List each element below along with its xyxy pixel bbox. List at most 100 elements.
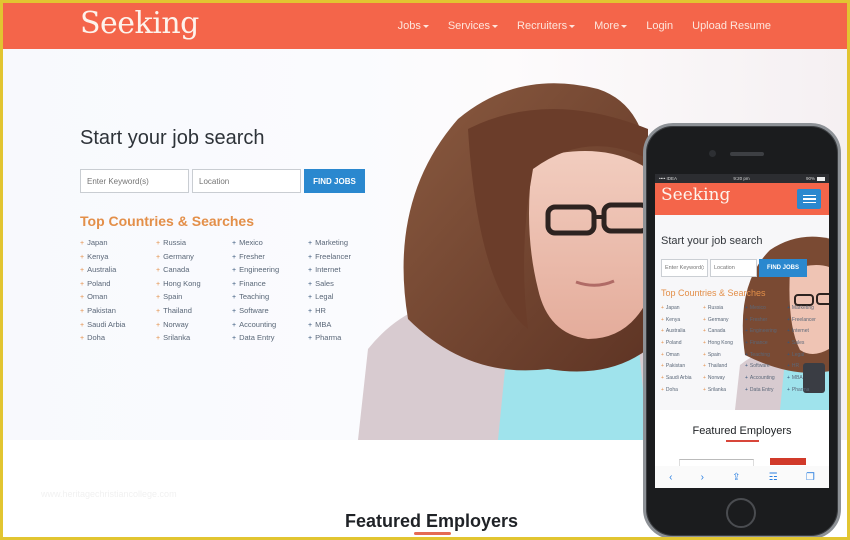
search-link[interactable]: + Japan	[80, 236, 156, 250]
mobile-search-link[interactable]: + Germany	[703, 315, 745, 327]
find-jobs-button[interactable]: FIND JOBS	[304, 169, 365, 193]
forward-icon[interactable]: ›	[701, 472, 704, 483]
mobile-search-link[interactable]: + Fresher	[745, 315, 787, 327]
mobile-search-link[interactable]: + Kenya	[661, 315, 703, 327]
mobile-search-link[interactable]: + Freelancer	[787, 315, 829, 327]
mobile-search-link[interactable]: + Mexico	[745, 303, 787, 315]
mobile-logo[interactable]: Seeking	[661, 185, 730, 205]
mobile-search-link[interactable]: + Oman	[661, 350, 703, 362]
mobile-search-link[interactable]: + Russia	[703, 303, 745, 315]
mobile-search-link[interactable]: + Srilanka	[703, 385, 745, 397]
nav-jobs[interactable]: Jobs	[398, 20, 429, 32]
search-link[interactable]: + Germany	[156, 250, 232, 264]
mobile-search-link-label: Hong Kong	[707, 340, 733, 347]
search-link[interactable]: + Software	[232, 304, 308, 318]
bookmarks-icon[interactable]: ☶	[769, 472, 778, 483]
bullet-icon: +	[661, 316, 664, 323]
mobile-search-link[interactable]: + Australia	[661, 326, 703, 338]
mobile-search-link[interactable]: + Engineering	[745, 326, 787, 338]
mobile-search-link[interactable]: + Pakistan	[661, 361, 703, 373]
mobile-search-link[interactable]: + Legal	[787, 350, 829, 362]
search-link[interactable]: + Pharma	[308, 331, 384, 345]
search-link[interactable]: + Sales	[308, 277, 384, 291]
page-frame: Seeking Jobs Services Recruiters More Lo…	[3, 3, 847, 537]
mobile-search-link[interactable]: + MBA	[787, 373, 829, 385]
mobile-search-link[interactable]: + Sales	[787, 338, 829, 350]
search-link[interactable]: + Fresher	[232, 250, 308, 264]
mobile-keyword-input[interactable]	[661, 259, 708, 277]
search-link[interactable]: + Kenya	[80, 250, 156, 264]
mobile-search-link-label: Fresher	[749, 316, 768, 323]
search-link[interactable]: + Hong Kong	[156, 277, 232, 291]
mobile-location-input[interactable]	[710, 259, 757, 277]
search-link[interactable]: + Marketing	[308, 236, 384, 250]
search-link[interactable]: + MBA	[308, 318, 384, 332]
mobile-search-link[interactable]: + Finance	[745, 338, 787, 350]
mobile-search-link-label: Kenya	[665, 316, 681, 323]
search-link[interactable]: + Data Entry	[232, 331, 308, 345]
keyword-input[interactable]	[80, 169, 189, 193]
search-link[interactable]: + Finance	[232, 277, 308, 291]
mobile-search-link[interactable]: + HR	[787, 361, 829, 373]
employer-logo-card[interactable]	[770, 458, 806, 465]
mobile-search-link[interactable]: + Thailand	[703, 361, 745, 373]
search-link-label: HR	[315, 305, 326, 315]
search-link[interactable]: + Accounting	[232, 318, 308, 332]
nav-more[interactable]: More	[594, 20, 628, 32]
nav-services[interactable]: Services	[448, 20, 499, 32]
mobile-search-link[interactable]: + Canada	[703, 326, 745, 338]
search-link[interactable]: + Internet	[308, 263, 384, 277]
hamburger-menu-icon[interactable]	[797, 189, 821, 209]
mobile-top-searches-grid: + Japan + Kenya + Australia + Poland + Oman + Pakis…	[661, 303, 829, 397]
search-link[interactable]: + Russia	[156, 236, 232, 250]
search-link[interactable]: + Teaching	[232, 290, 308, 304]
search-link[interactable]: + Oman	[80, 290, 156, 304]
bullet-icon: +	[703, 351, 706, 358]
site-logo[interactable]: Seeking	[80, 6, 199, 41]
mobile-search-link[interactable]: + Data Entry	[745, 385, 787, 397]
mobile-search-link[interactable]: + Teaching	[745, 350, 787, 362]
search-link[interactable]: + Australia	[80, 263, 156, 277]
search-link[interactable]: + Doha	[80, 331, 156, 345]
mobile-search-link-label: Accounting	[749, 375, 775, 382]
nav-login[interactable]: Login	[646, 20, 673, 32]
bullet-icon: +	[156, 335, 161, 343]
search-link[interactable]: + Norway	[156, 318, 232, 332]
mobile-search-link[interactable]: + Marketing	[787, 303, 829, 315]
mobile-search-link[interactable]: + Norway	[703, 373, 745, 385]
home-button[interactable]	[726, 498, 756, 528]
share-icon[interactable]: ⇪	[732, 472, 740, 483]
search-link[interactable]: + Poland	[80, 277, 156, 291]
search-link[interactable]: + Thailand	[156, 304, 232, 318]
mobile-search-link[interactable]: + Japan	[661, 303, 703, 315]
mobile-search-link[interactable]: + Hong Kong	[703, 338, 745, 350]
mobile-search-link[interactable]: + Internet	[787, 326, 829, 338]
mobile-search-link[interactable]: + Saudi Arbia	[661, 373, 703, 385]
search-link[interactable]: + Engineering	[232, 263, 308, 277]
mobile-search-link[interactable]: + Accounting	[745, 373, 787, 385]
search-link[interactable]: + Legal	[308, 290, 384, 304]
back-icon[interactable]: ‹	[669, 472, 672, 483]
search-link[interactable]: + Canada	[156, 263, 232, 277]
nav-upload-resume[interactable]: Upload Resume	[692, 20, 771, 32]
tabs-icon[interactable]: ❐	[806, 472, 815, 483]
mobile-search-link[interactable]: + Poland	[661, 338, 703, 350]
mobile-search-link[interactable]: + Spain	[703, 350, 745, 362]
search-link[interactable]: + Spain	[156, 290, 232, 304]
location-input[interactable]	[192, 169, 301, 193]
search-link[interactable]: + Srilanka	[156, 331, 232, 345]
mobile-search-link-label: Marketing	[791, 305, 814, 311]
search-link[interactable]: + Pakistan	[80, 304, 156, 318]
search-link[interactable]: + Saudi Arbia	[80, 318, 156, 332]
search-link[interactable]: + HR	[308, 304, 384, 318]
mobile-search-link[interactable]: + Pharma	[787, 385, 829, 397]
search-link[interactable]: + Freelancer	[308, 250, 384, 264]
watermark-text: www.heritagechristiancollege.com	[41, 489, 177, 499]
mobile-find-jobs-button[interactable]: FIND JOBS	[759, 259, 807, 277]
mobile-search-link[interactable]: + Doha	[661, 385, 703, 397]
nav-recruiters[interactable]: Recruiters	[517, 20, 576, 32]
search-link[interactable]: + Mexico	[232, 236, 308, 250]
mobile-search-link[interactable]: + Software	[745, 361, 787, 373]
mobile-search-link-label: Spain	[707, 351, 721, 358]
bullet-icon: +	[80, 240, 85, 247]
